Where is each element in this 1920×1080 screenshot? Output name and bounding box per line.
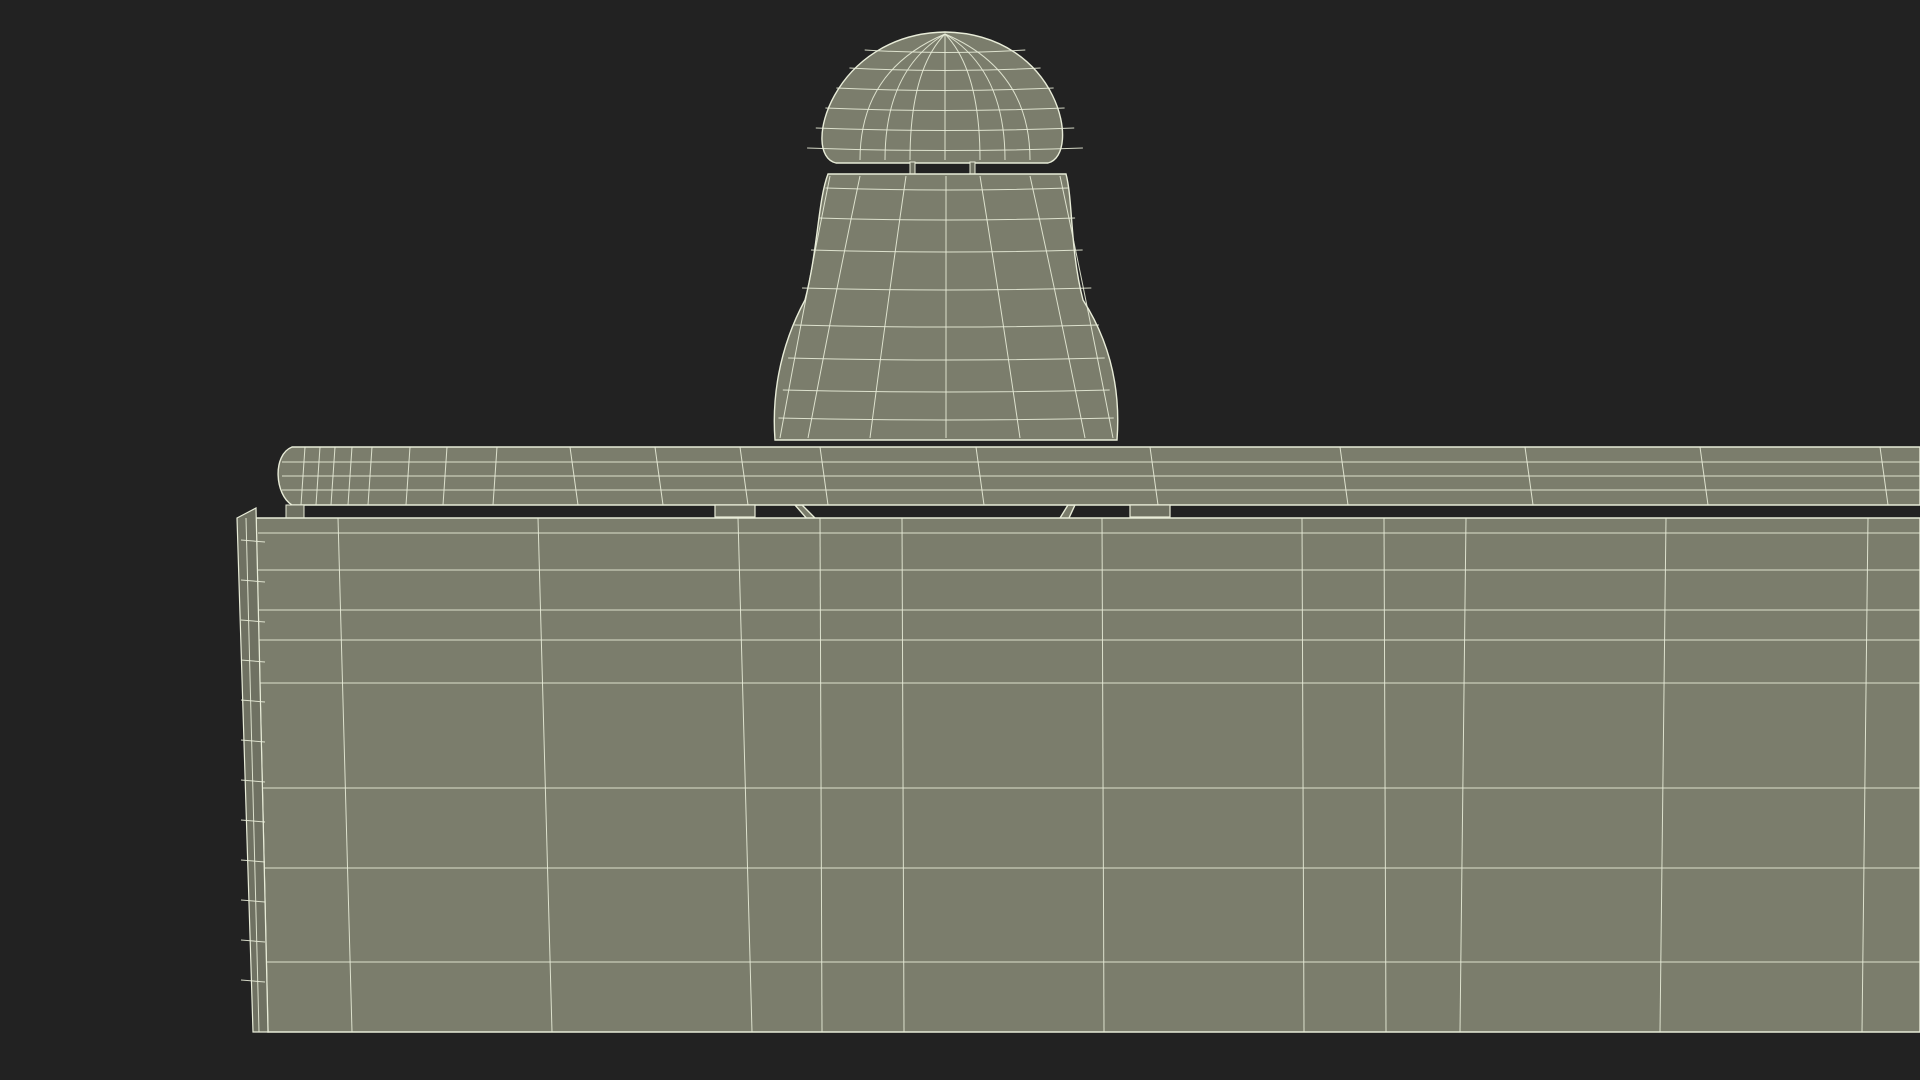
desk-support-left xyxy=(714,504,756,518)
chair-headrest xyxy=(821,31,1064,164)
desk-front-panel xyxy=(255,517,1920,1033)
wireframe-render xyxy=(236,31,1920,1033)
desk-bracket-left xyxy=(285,504,305,519)
desk-support-right xyxy=(1129,504,1171,518)
render-viewport xyxy=(0,0,1920,1080)
reception-desk-wireframe xyxy=(236,446,1920,1033)
